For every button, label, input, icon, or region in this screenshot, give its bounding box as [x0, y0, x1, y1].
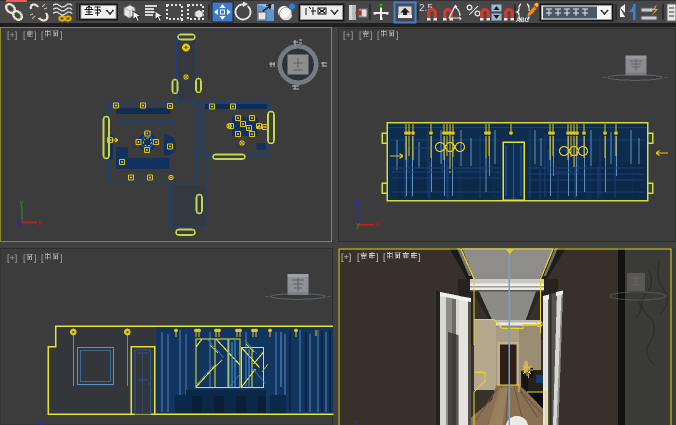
- svg-text:X: X: [38, 218, 44, 227]
- svg-text:[+]: [+]: [7, 253, 17, 263]
- svg-text:]: ]: [370, 30, 373, 40]
- svg-text:]: ]: [34, 30, 37, 40]
- svg-text:X: X: [375, 220, 381, 229]
- svg-text:Z: Z: [18, 219, 23, 228]
- svg-text:]: ]: [34, 253, 37, 263]
- svg-text:y: y: [20, 198, 24, 207]
- svg-text:]: ]: [396, 30, 399, 40]
- svg-text:[+]: [+]: [7, 30, 17, 40]
- svg-text:y: y: [356, 221, 360, 230]
- svg-text:Z: Z: [355, 201, 360, 210]
- svg-text:]: ]: [418, 252, 421, 262]
- svg-text:]: ]: [60, 30, 63, 40]
- svg-text:ABC: ABC: [516, 18, 530, 24]
- svg-text:Z: Z: [38, 418, 43, 425]
- svg-text:[+]: [+]: [341, 252, 351, 262]
- svg-text:]: ]: [60, 253, 63, 263]
- svg-text:]: ]: [376, 252, 379, 262]
- svg-text:Z: Z: [354, 420, 359, 425]
- svg-text:[+]: [+]: [343, 30, 353, 40]
